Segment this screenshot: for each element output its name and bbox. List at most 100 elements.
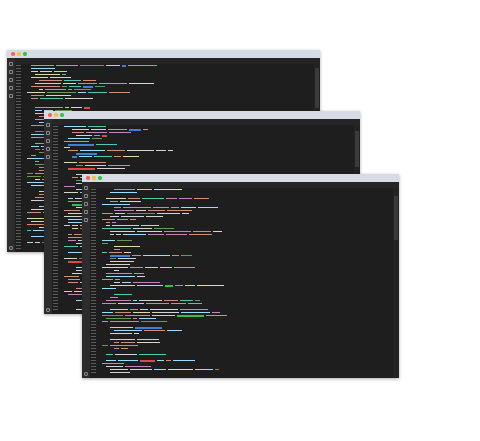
line-number	[53, 129, 58, 130]
line-number	[53, 201, 58, 202]
code-token	[122, 64, 126, 67]
code-token	[102, 303, 116, 304]
code-token	[167, 210, 192, 211]
search-icon[interactable]	[9, 70, 13, 74]
code-token	[146, 303, 169, 304]
code-token	[137, 231, 162, 232]
code-token	[114, 348, 119, 349]
minimize-button[interactable]	[17, 52, 21, 56]
code-editor[interactable]	[90, 188, 393, 378]
code-token	[168, 150, 173, 151]
settings-gear-icon[interactable]	[84, 372, 88, 376]
line-number	[91, 324, 96, 325]
code-token	[102, 219, 115, 220]
code-token	[102, 363, 124, 364]
source-control-icon[interactable]	[46, 139, 50, 143]
line-number	[53, 219, 58, 220]
code-token	[88, 92, 107, 93]
code-token	[64, 147, 70, 148]
source-control-icon[interactable]	[84, 202, 88, 206]
code-line	[90, 213, 393, 215]
line-number	[53, 153, 58, 154]
line-number	[91, 255, 96, 256]
code-line	[90, 357, 393, 359]
code-token	[47, 92, 76, 93]
line-number	[16, 236, 21, 237]
code-token	[115, 312, 131, 313]
code-token	[164, 231, 191, 232]
search-icon[interactable]	[84, 194, 88, 198]
extensions-icon[interactable]	[9, 94, 13, 98]
code-line	[15, 71, 314, 73]
code-token	[128, 198, 140, 199]
minimize-button[interactable]	[54, 113, 58, 117]
maximize-button[interactable]	[98, 176, 102, 180]
line-number	[91, 309, 96, 310]
settings-gear-icon[interactable]	[46, 308, 50, 312]
editor-window-front	[82, 174, 399, 378]
line-number	[91, 219, 96, 220]
code-token	[174, 267, 195, 268]
extensions-icon[interactable]	[46, 155, 50, 159]
code-line	[90, 249, 393, 251]
files-icon[interactable]	[46, 123, 50, 127]
code-token	[143, 129, 148, 130]
maximize-button[interactable]	[60, 113, 64, 117]
activity-bar	[82, 182, 90, 378]
code-line	[90, 300, 393, 302]
line-number	[91, 216, 96, 217]
code-token	[35, 242, 40, 243]
code-token	[64, 80, 81, 81]
source-control-icon[interactable]	[9, 78, 13, 82]
settings-gear-icon[interactable]	[9, 246, 13, 250]
code-token	[130, 267, 143, 268]
scrollbar[interactable]	[393, 188, 399, 378]
line-number	[53, 213, 58, 214]
code-token	[121, 348, 128, 349]
debug-icon[interactable]	[46, 147, 50, 151]
line-number	[53, 204, 58, 205]
code-line	[90, 192, 393, 194]
code-token	[94, 135, 100, 136]
files-icon[interactable]	[9, 62, 13, 66]
code-token	[118, 258, 136, 259]
code-line	[15, 89, 314, 91]
line-number	[53, 261, 58, 262]
close-button[interactable]	[11, 52, 15, 56]
code-token	[134, 273, 144, 274]
line-number	[91, 360, 96, 361]
code-token	[154, 228, 174, 229]
search-icon[interactable]	[46, 131, 50, 135]
code-line	[90, 333, 393, 335]
code-line	[52, 138, 354, 140]
activity-bar	[44, 119, 52, 314]
line-number	[91, 285, 96, 286]
code-token	[106, 198, 126, 199]
code-line	[90, 303, 393, 305]
code-token	[102, 228, 131, 229]
close-button[interactable]	[86, 176, 90, 180]
code-token	[102, 288, 116, 289]
line-number	[53, 207, 58, 208]
extensions-icon[interactable]	[84, 218, 88, 222]
line-number	[91, 258, 96, 259]
minimize-button[interactable]	[92, 176, 96, 180]
code-token	[114, 294, 132, 295]
files-icon[interactable]	[84, 186, 88, 190]
line-number	[16, 140, 21, 141]
debug-icon[interactable]	[84, 210, 88, 214]
code-token	[171, 207, 179, 208]
line-number	[91, 294, 96, 295]
line-number	[53, 267, 58, 268]
debug-icon[interactable]	[9, 86, 13, 90]
code-token	[140, 309, 148, 310]
code-token	[64, 225, 70, 226]
code-line	[90, 261, 393, 263]
line-number	[16, 173, 21, 174]
title-bar	[7, 50, 320, 58]
line-number	[16, 161, 21, 162]
maximize-button[interactable]	[23, 52, 27, 56]
code-token	[133, 300, 137, 301]
close-button[interactable]	[48, 113, 52, 117]
code-token	[63, 83, 76, 84]
